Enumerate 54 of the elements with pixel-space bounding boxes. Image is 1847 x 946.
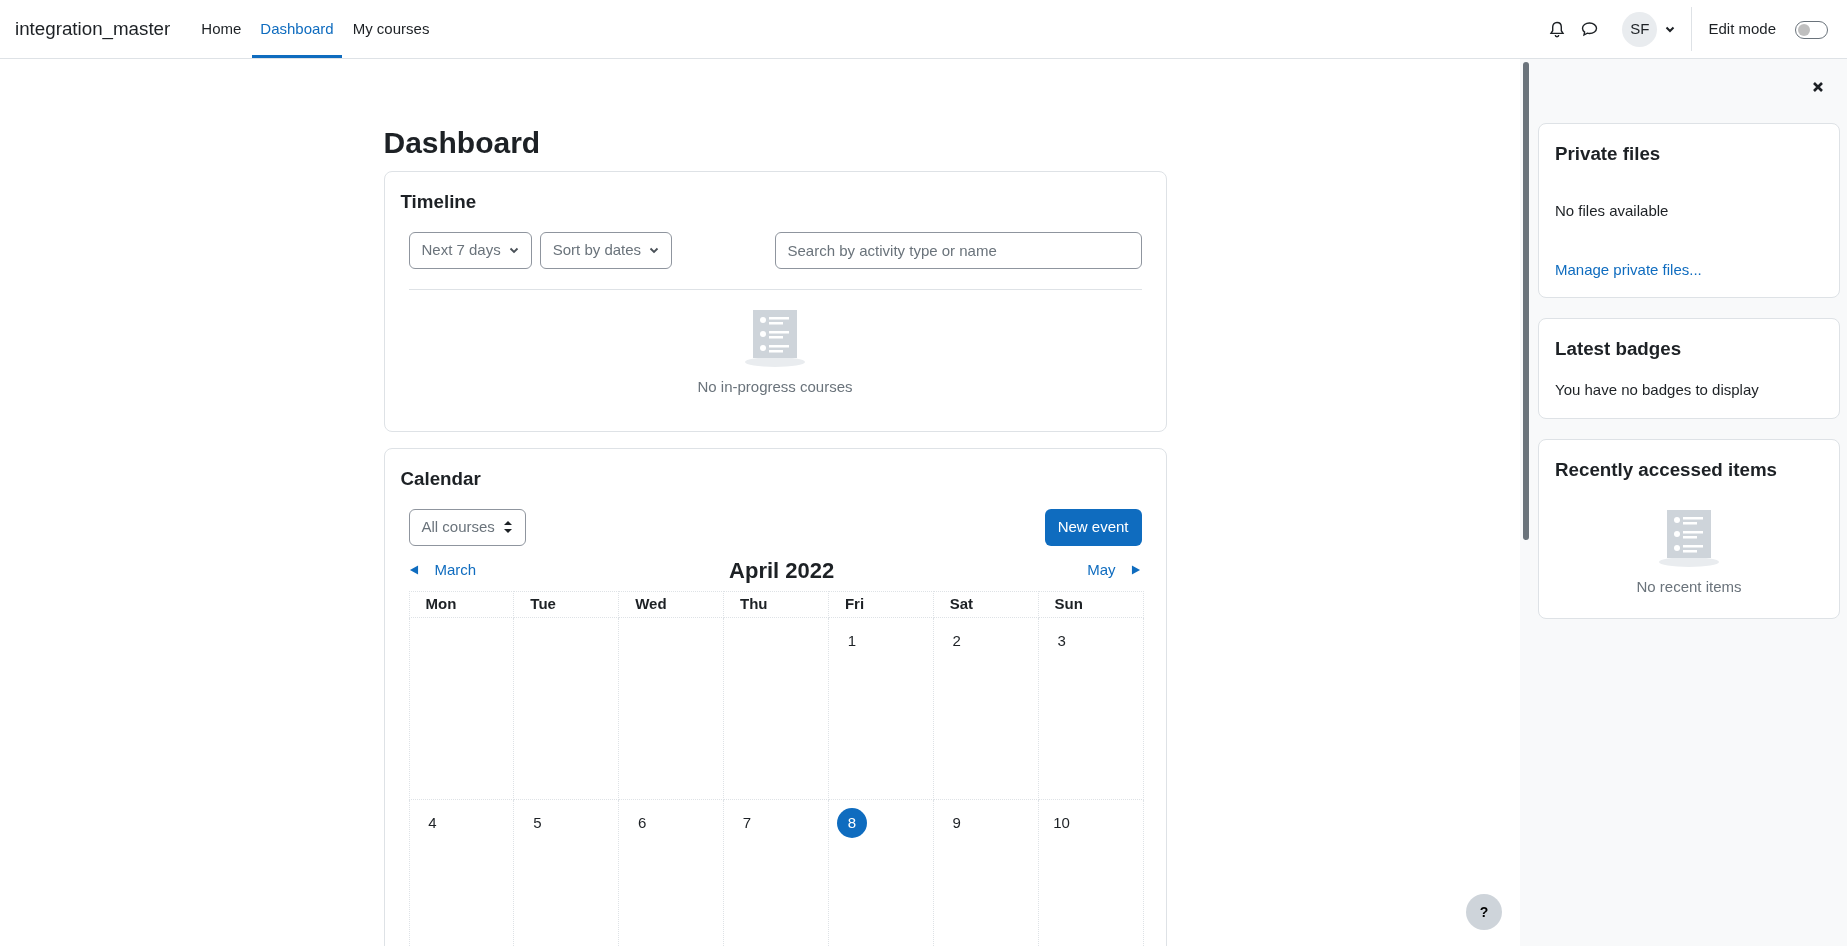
nav-link[interactable]: My courses: [344, 0, 438, 58]
empty-message: No in-progress courses: [697, 377, 853, 398]
day-number[interactable]: 1: [836, 625, 867, 656]
scrollbar[interactable]: [1523, 62, 1529, 540]
month-title: April 2022: [729, 556, 835, 585]
close-icon[interactable]: [1812, 81, 1824, 93]
block-title: Private files: [1555, 142, 1662, 166]
triangle-right-icon: [1131, 564, 1142, 577]
day-number[interactable]: 4: [417, 807, 448, 838]
search-field[interactable]: Search by activity type or name: [774, 232, 1142, 270]
day-number[interactable]: 2: [941, 625, 972, 656]
manage-files-link[interactable]: Manage private files...: [1555, 260, 1702, 278]
weekday-header: Wed: [618, 591, 724, 618]
previous-month-link[interactable]: March: [408, 559, 477, 582]
page-title: Dashboard: [383, 125, 542, 161]
site-name[interactable]: integration_master: [15, 14, 171, 44]
triangle-left-icon: [408, 564, 419, 577]
chat-icon[interactable]: [1581, 21, 1599, 37]
filter-dropdown[interactable]: Sort by dates: [539, 232, 673, 270]
filter-dropdown[interactable]: Next 7 days: [408, 232, 532, 270]
weekday-header: Tue: [513, 591, 619, 618]
caret-icon[interactable]: [1665, 25, 1676, 33]
card-title: Timeline: [400, 190, 478, 214]
user-avatar[interactable]: SF: [1622, 11, 1658, 47]
block-title: Recently accessed items: [1555, 457, 1778, 482]
chevron-down-icon: [649, 247, 660, 255]
weekday-header: Mon: [409, 591, 514, 618]
day-number[interactable]: 5: [522, 807, 553, 838]
day-number[interactable]: 6: [627, 807, 658, 838]
block-message: No files available: [1555, 201, 1670, 222]
day-number[interactable]: 7: [732, 807, 763, 838]
block-title: Latest badges: [1555, 337, 1683, 362]
chevron-down-icon: [508, 247, 519, 255]
block-message: No recent items: [1636, 576, 1742, 597]
nav-link[interactable]: Dashboard: [252, 0, 342, 58]
weekday-header: Thu: [723, 591, 829, 618]
block-message: You have no badges to display: [1555, 380, 1760, 401]
course-filter-select[interactable]: All courses: [408, 508, 526, 546]
bell-icon[interactable]: [1549, 20, 1566, 38]
day-number[interactable]: 8: [836, 807, 867, 838]
day-number[interactable]: 10: [1046, 807, 1077, 838]
weekday-header: Fri: [828, 591, 934, 618]
day-number[interactable]: 3: [1046, 625, 1077, 656]
weekday-header: Sat: [933, 591, 1039, 618]
nav-link[interactable]: Home: [193, 0, 250, 58]
next-month-link[interactable]: May: [1087, 559, 1142, 582]
new-event-button[interactable]: New event: [1044, 508, 1142, 546]
help-button[interactable]: ?: [1466, 894, 1502, 930]
edit-mode-label: Edit mode: [1708, 18, 1776, 39]
edit-mode-switch[interactable]: [1794, 20, 1828, 39]
day-number[interactable]: 9: [941, 807, 972, 838]
weekday-header: Sun: [1038, 591, 1143, 618]
card-title: Calendar: [400, 466, 482, 491]
sort-arrows-icon: [502, 520, 513, 535]
